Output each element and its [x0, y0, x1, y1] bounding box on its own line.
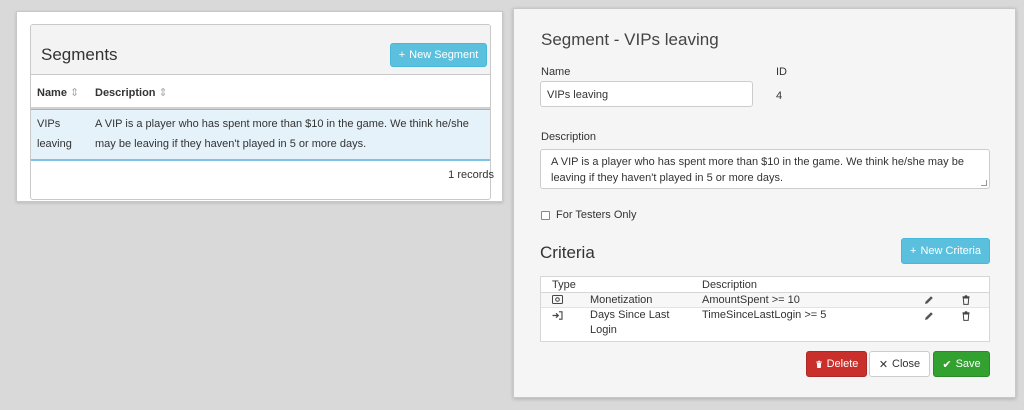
close-label: Close	[892, 358, 921, 370]
plus-icon: +	[910, 245, 917, 257]
criteria-description: AmountSpent >= 10	[702, 294, 800, 306]
name-input[interactable]: VIPs leaving	[540, 81, 753, 107]
delete-label: Delete	[826, 358, 859, 370]
trash-icon[interactable]	[961, 311, 971, 321]
criteria-type: Days Since Last Login	[590, 309, 670, 336]
trash-icon[interactable]	[961, 295, 971, 305]
sort-icon[interactable]: ⇕	[159, 87, 168, 99]
pencil-icon[interactable]	[924, 311, 934, 321]
column-description-label: Description	[95, 87, 156, 99]
description-label: Description	[541, 131, 597, 143]
segments-title: Segments	[41, 45, 118, 64]
column-description-header[interactable]: Description ⇕	[95, 86, 168, 99]
testers-only-label[interactable]: For Testers Only	[556, 209, 637, 221]
table-row[interactable]: Days Since Last Login TimeSinceLastLogin…	[541, 308, 989, 339]
criteria-header-row: Type Description	[541, 277, 989, 293]
plus-icon: +	[398, 49, 406, 61]
new-segment-label: New Segment	[409, 49, 479, 61]
criteria-type-header: Type	[552, 279, 576, 291]
table-row[interactable]: Monetization AmountSpent >= 10	[541, 293, 989, 308]
close-icon: ✕	[878, 358, 889, 371]
pencil-icon[interactable]	[924, 295, 934, 305]
detail-title: Segment - VIPs leaving	[541, 30, 719, 49]
save-button[interactable]: ✔ Save	[933, 351, 990, 377]
save-label: Save	[955, 358, 981, 370]
testers-only-checkbox[interactable]	[541, 211, 550, 220]
id-value: 4	[776, 90, 783, 102]
description-textarea[interactable]: A VIP is a player who has spent more tha…	[540, 149, 990, 189]
segments-box: Segments + New Segment Name ⇕ Description…	[30, 24, 491, 200]
login-icon	[552, 311, 563, 320]
money-icon	[552, 295, 563, 304]
column-name-header[interactable]: Name ⇕	[37, 86, 79, 99]
sort-icon[interactable]: ⇕	[70, 87, 79, 99]
column-name-label: Name	[37, 87, 67, 99]
close-button[interactable]: ✕ Close	[869, 351, 930, 377]
records-count: 1 records	[448, 169, 494, 181]
name-label: Name	[541, 66, 571, 78]
criteria-description-header: Description	[702, 279, 758, 291]
segments-header: Segments + New Segment	[31, 25, 490, 75]
resize-handle-icon[interactable]	[981, 180, 987, 186]
segments-panel: Segments + New Segment Name ⇕ Description…	[16, 11, 503, 202]
criteria-title: Criteria	[540, 243, 595, 262]
segment-detail-panel: Segment - VIPs leaving Name VIPs leaving…	[513, 8, 1016, 398]
description-text: A VIP is a player who has spent more tha…	[551, 156, 964, 184]
row-description: A VIP is a player who has spent more tha…	[95, 118, 469, 150]
new-criteria-button[interactable]: + New Criteria	[901, 238, 990, 264]
check-icon: ✔	[942, 358, 952, 371]
delete-button[interactable]: Delete	[806, 351, 867, 377]
criteria-table: Type Description Monetization AmountSpen…	[540, 276, 990, 342]
criteria-description: TimeSinceLastLogin >= 5	[702, 309, 827, 321]
trash-icon	[815, 360, 822, 368]
new-segment-button[interactable]: + New Segment	[390, 43, 487, 67]
id-label: ID	[776, 66, 787, 78]
segments-column-headers: Name ⇕ Description ⇕	[31, 75, 490, 109]
criteria-type: Monetization	[590, 294, 653, 306]
row-name: VIPs leaving	[37, 118, 72, 150]
table-row[interactable]: VIPs leaving A VIP is a player who has s…	[31, 109, 490, 161]
new-criteria-label: New Criteria	[920, 245, 981, 257]
